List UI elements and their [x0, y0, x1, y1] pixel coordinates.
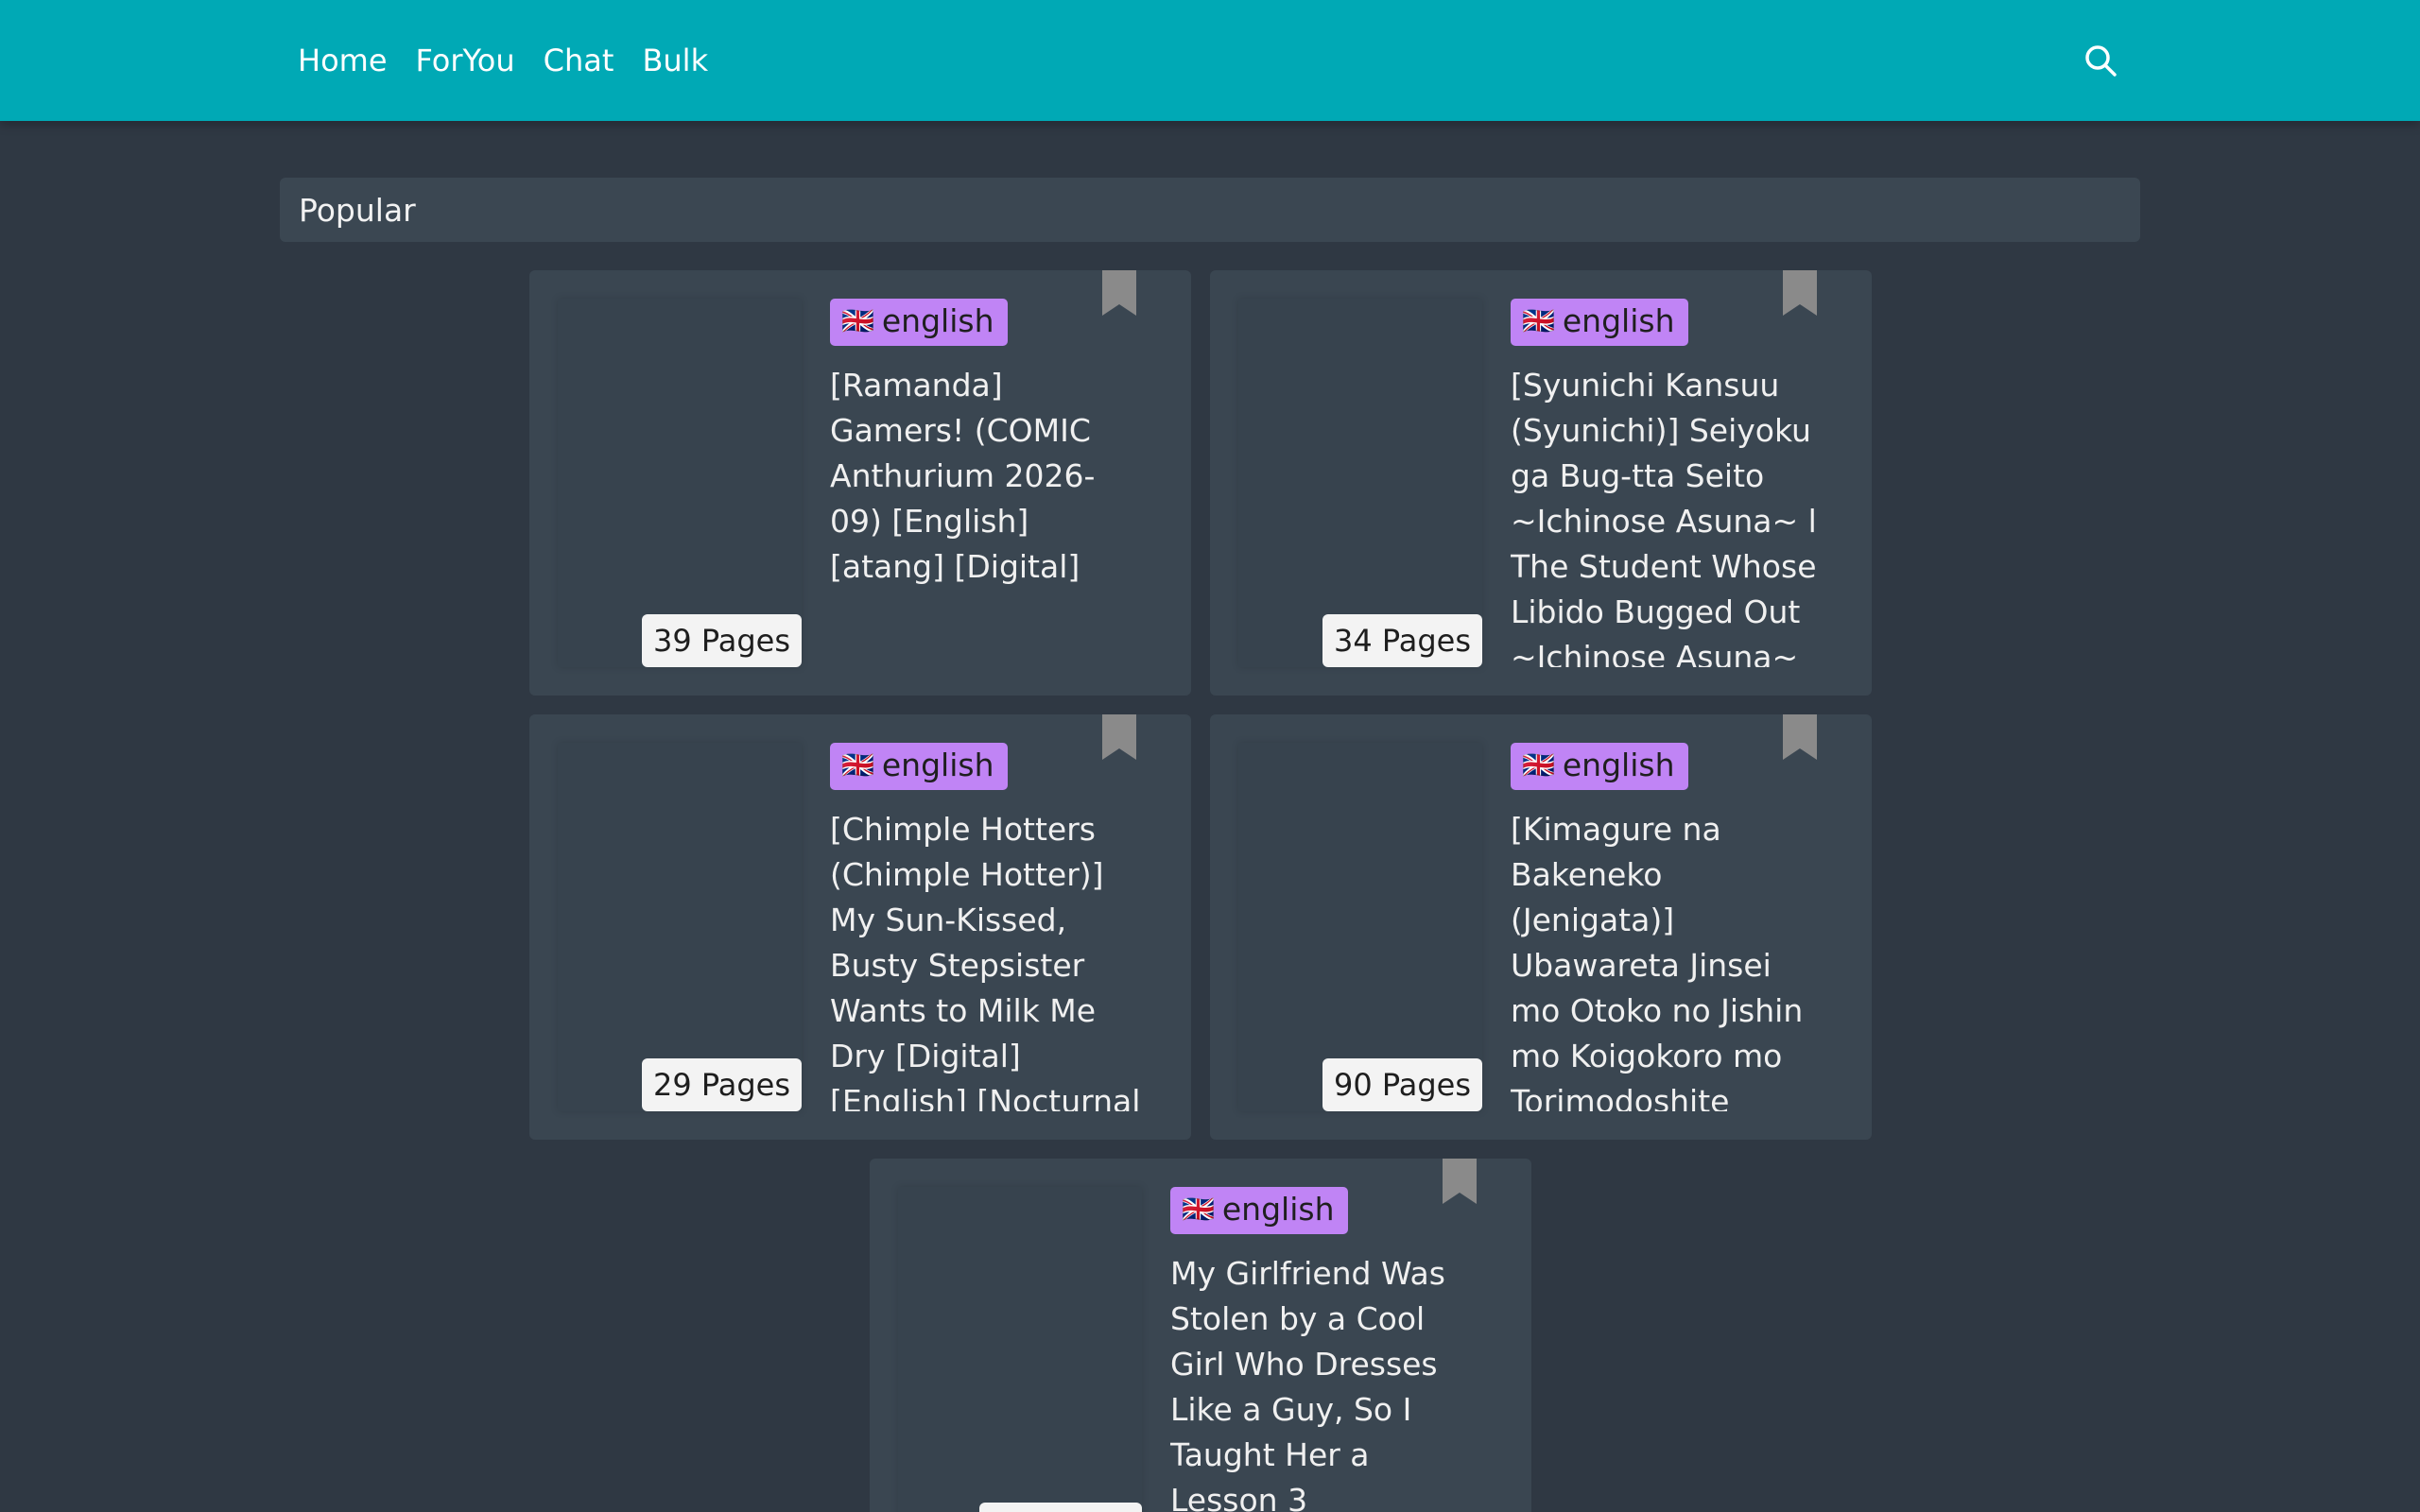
gallery-title[interactable]: [Syunichi Kansuu (Syunichi)] Seiyoku ga …: [1511, 363, 1823, 667]
cover-thumbnail[interactable]: 39 Pages: [558, 299, 802, 667]
uk-flag-icon: 🇬🇧: [1522, 749, 1555, 781]
language-label: english: [881, 302, 994, 339]
nav-foryou[interactable]: ForYou: [416, 43, 515, 78]
uk-flag-icon: 🇬🇧: [1182, 1194, 1215, 1225]
page-count-badge: 34 Pages: [1322, 614, 1482, 667]
page-count-badge: 39 Pages: [641, 614, 802, 667]
gallery-title[interactable]: [Ramanda] Gamers! (COMIC Anthurium 2026-…: [830, 363, 1142, 590]
language-badge: 🇬🇧 english: [830, 299, 1008, 346]
language-badge: 🇬🇧 english: [830, 743, 1008, 790]
language-badge: 🇬🇧 english: [1170, 1187, 1348, 1234]
section-heading: Popular: [280, 178, 2140, 242]
language-label: english: [1221, 1191, 1335, 1228]
bookmark-icon[interactable]: [1100, 714, 1138, 760]
nav-chat[interactable]: Chat: [544, 43, 614, 78]
uk-flag-icon: 🇬🇧: [1522, 305, 1555, 336]
card-info: 🇬🇧 english [Kimagure na Bakeneko (Jeniga…: [1511, 743, 1823, 1111]
cover-thumbnail[interactable]: 29 Pages: [558, 743, 802, 1111]
bookmark-icon[interactable]: [1441, 1159, 1478, 1204]
gallery-title[interactable]: My Girlfriend Was Stolen by a Cool Girl …: [1170, 1251, 1482, 1512]
gallery-card[interactable]: 39 Pages 🇬🇧 english [Ramanda] Gamers! (C…: [529, 270, 1191, 696]
language-label: english: [1562, 747, 1675, 783]
gallery-card[interactable]: 29 Pages 🇬🇧 english [Chimple Hotters (Ch…: [529, 714, 1191, 1140]
card-info: 🇬🇧 english [Ramanda] Gamers! (COMIC Anth…: [830, 299, 1142, 667]
main-nav: Home ForYou Chat Bulk: [298, 0, 708, 121]
bookmark-icon[interactable]: [1781, 270, 1819, 316]
cover-thumbnail[interactable]: [898, 1187, 1142, 1512]
card-info: 🇬🇧 english [Chimple Hotters (Chimple Hot…: [830, 743, 1142, 1111]
uk-flag-icon: 🇬🇧: [841, 305, 874, 336]
bookmark-icon[interactable]: [1100, 270, 1138, 316]
gallery-title[interactable]: [Chimple Hotters (Chimple Hotter)] My Su…: [830, 807, 1142, 1111]
section-title: Popular: [299, 191, 416, 229]
cover-thumbnail[interactable]: 90 Pages: [1238, 743, 1482, 1111]
gallery-card[interactable]: 90 Pages 🇬🇧 english [Kimagure na Bakenek…: [1210, 714, 1872, 1140]
gallery-title[interactable]: [Kimagure na Bakeneko (Jenigata)] Ubawar…: [1511, 807, 1823, 1111]
page-count-badge: [979, 1503, 1142, 1512]
search-icon[interactable]: [2083, 43, 2118, 77]
nav-home[interactable]: Home: [298, 43, 388, 78]
gallery-card[interactable]: 🇬🇧 english My Girlfriend Was Stolen by a…: [870, 1159, 1531, 1512]
language-badge: 🇬🇧 english: [1511, 299, 1688, 346]
card-info: 🇬🇧 english My Girlfriend Was Stolen by a…: [1170, 1187, 1482, 1512]
page-count-badge: 29 Pages: [641, 1058, 802, 1111]
page-count-badge: 90 Pages: [1322, 1058, 1482, 1111]
uk-flag-icon: 🇬🇧: [841, 749, 874, 781]
top-navbar: Home ForYou Chat Bulk: [0, 0, 2420, 121]
language-label: english: [881, 747, 994, 783]
card-info: 🇬🇧 english [Syunichi Kansuu (Syunichi)] …: [1511, 299, 1823, 667]
bookmark-icon[interactable]: [1781, 714, 1819, 760]
cover-thumbnail[interactable]: 34 Pages: [1238, 299, 1482, 667]
nav-bulk[interactable]: Bulk: [642, 43, 708, 78]
gallery-card[interactable]: 34 Pages 🇬🇧 english [Syunichi Kansuu (Sy…: [1210, 270, 1872, 696]
language-label: english: [1562, 302, 1675, 339]
language-badge: 🇬🇧 english: [1511, 743, 1688, 790]
